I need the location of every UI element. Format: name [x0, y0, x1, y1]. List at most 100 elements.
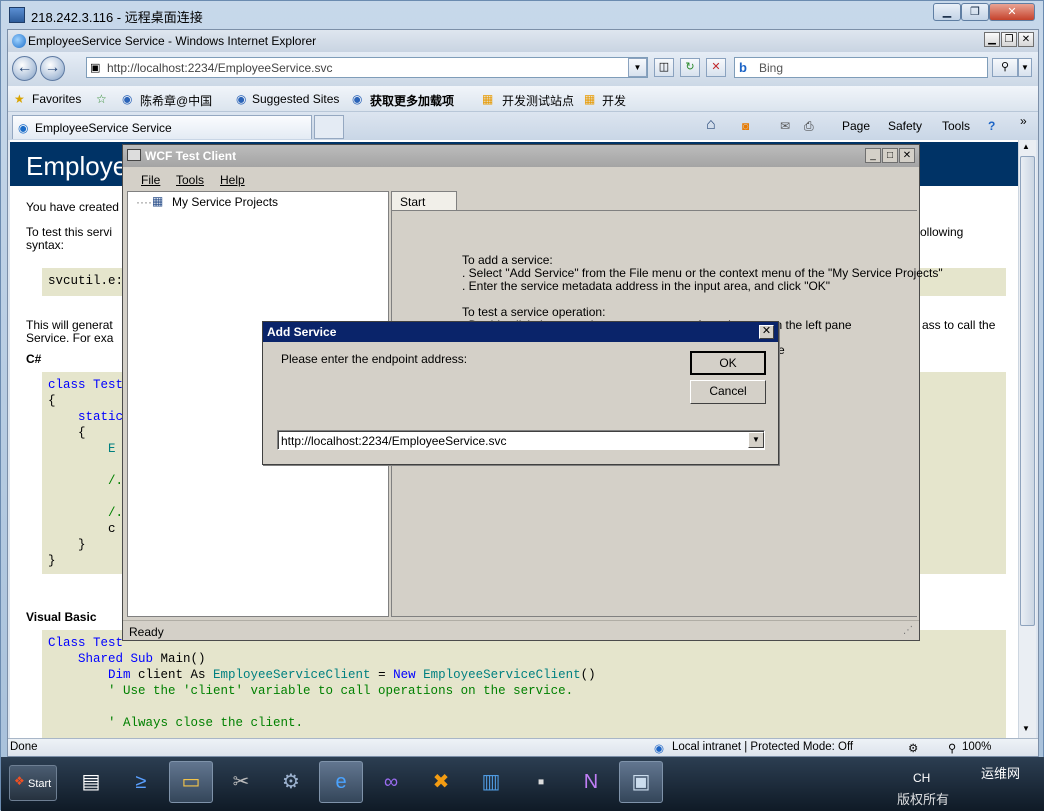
command-prompt-icon[interactable]: ▪	[519, 761, 563, 803]
page-menu[interactable]: Page	[842, 119, 870, 133]
tools-menu[interactable]: Tools	[942, 119, 970, 133]
code-line: }	[48, 538, 86, 552]
page-icon: ▣	[90, 62, 101, 74]
zone-text[interactable]: Local intranet | Protected Mode: Off	[672, 741, 853, 753]
status-text: Done	[10, 741, 38, 753]
wcf-titlebar[interactable]: WCF Test Client _ □ ✕	[123, 145, 919, 167]
search-options-icon[interactable]: ▼	[1018, 58, 1032, 77]
code-line: /.	[48, 474, 124, 488]
forward-icon[interactable]: →	[40, 56, 65, 81]
dialog-titlebar[interactable]: Add Service ✕	[263, 322, 778, 342]
home-icon[interactable]: ⌂	[706, 116, 716, 134]
tools-icon[interactable]: ✂	[219, 761, 263, 803]
mail-icon[interactable]: ✉	[780, 119, 790, 133]
menu-file[interactable]: File	[141, 173, 160, 187]
favorite-link-4[interactable]: 开发测试站点	[502, 92, 574, 109]
favorite-link-2[interactable]: Suggested Sites	[252, 92, 339, 106]
ie-close-button[interactable]: ✕	[1018, 32, 1034, 47]
ie-status-bar: Done ◉ Local intranet | Protected Mode: …	[8, 738, 1038, 756]
cancel-button[interactable]: Cancel	[690, 380, 766, 404]
settings-icon[interactable]: ⚙	[269, 761, 313, 803]
add-service-dialog: Add Service ✕ Please enter the endpoint …	[262, 321, 779, 465]
page-scrollbar[interactable]: ▲ ▼	[1018, 140, 1036, 738]
remote-desktop-window: 218.242.3.116 - 远程桌面连接 ▁ ❐ ✕ EmployeeSer…	[0, 0, 1044, 811]
windows-logo-icon: ❖	[14, 774, 25, 788]
resize-grip-icon[interactable]: ⋰	[903, 625, 913, 636]
code-line: {	[48, 394, 56, 408]
code-line: c	[48, 522, 116, 536]
tree-item-my-service-projects[interactable]: My Service Projects	[172, 195, 278, 209]
server-manager-icon[interactable]: ▤	[69, 761, 113, 803]
tab-start-page[interactable]: Start Page	[391, 191, 457, 223]
rdp-minimize-button[interactable]: ▁	[933, 3, 961, 21]
add-favorite-icon[interactable]: ☆	[96, 92, 107, 106]
instruction-line: To add a service:	[462, 253, 553, 267]
ie-titlebar[interactable]: EmployeeService Service - Windows Intern…	[8, 30, 1038, 52]
example-text: Service. For exa	[26, 331, 114, 345]
scroll-up-icon[interactable]: ▲	[1022, 142, 1030, 151]
menu-help[interactable]: Help	[220, 173, 245, 187]
chevron-down-icon[interactable]: ▼	[748, 432, 764, 448]
generate-text-end: ass to call the	[922, 318, 996, 332]
favorites-star-icon: ★	[14, 92, 25, 106]
favorites-button[interactable]: Favorites	[32, 92, 81, 106]
chevron-more-icon[interactable]: »	[1020, 114, 1027, 128]
dialog-close-button[interactable]: ✕	[759, 325, 774, 339]
internet-explorer-icon[interactable]: e	[319, 761, 363, 803]
start-button[interactable]: ❖ Start	[9, 765, 57, 801]
code-line: /.	[48, 506, 124, 520]
print-icon[interactable]: ⎙	[804, 119, 814, 134]
onenote-icon[interactable]: N	[569, 761, 613, 803]
remote-desktop-titlebar[interactable]: 218.242.3.116 - 远程桌面连接 ▁ ❐ ✕	[1, 1, 1044, 29]
wcf-maximize-button[interactable]: □	[882, 148, 898, 163]
ie-maximize-button[interactable]: ❐	[1001, 32, 1017, 47]
favorite-ie-icon: ◉	[122, 92, 133, 106]
back-icon[interactable]: ←	[12, 56, 37, 81]
explorer-icon[interactable]: ▭	[169, 761, 213, 803]
compatibility-icon[interactable]: ◫	[654, 58, 674, 77]
projects-icon: ▦	[152, 194, 164, 208]
network-icon[interactable]: ▥	[469, 761, 513, 803]
addons-icon: ◉	[352, 92, 363, 106]
command-bar: ⌂ ◙ ✉ ⎙ Page Safety Tools ? »	[8, 112, 1038, 140]
scrollbar-thumb[interactable]	[1020, 156, 1035, 626]
protected-mode-icon[interactable]: ⚙	[908, 741, 918, 755]
help-icon[interactable]: ?	[988, 119, 995, 133]
scroll-down-icon[interactable]: ▼	[1022, 724, 1030, 733]
wcf-client-taskbar-icon[interactable]: ▣	[619, 761, 663, 803]
intro-text: You have created	[26, 200, 119, 214]
tab-strip: ◉ EmployeeService Service ⌂ ◙ ✉ ⎙ Page S…	[8, 112, 1038, 140]
wcf-status-text: Ready	[129, 625, 164, 639]
wcf-minimize-button[interactable]: _	[865, 148, 881, 163]
vb-code-block: Class Test Shared Sub Main() Dim client …	[42, 630, 1006, 738]
wcf-close-button[interactable]: ✕	[899, 148, 915, 163]
safety-menu[interactable]: Safety	[888, 119, 922, 133]
rss-icon[interactable]: ◙	[742, 119, 749, 133]
bing-icon: b	[739, 60, 747, 75]
instruction-line: . Enter the service metadata address in …	[462, 279, 831, 293]
powershell-icon[interactable]: ≥	[119, 761, 163, 803]
refresh-icon[interactable]: ↻	[680, 58, 700, 77]
rdp-close-button[interactable]: ✕	[989, 3, 1035, 21]
toolbox-icon[interactable]: ✖	[419, 761, 463, 803]
menu-tools[interactable]: Tools	[176, 173, 204, 187]
address-dropdown-icon[interactable]: ▼	[628, 58, 647, 77]
search-icon[interactable]: ⚲	[992, 58, 1018, 77]
favorite-link-3[interactable]: 获取更多加载项	[370, 92, 454, 109]
favorite-link-1[interactable]: 陈希章@中国	[140, 92, 212, 109]
favorite-link-5[interactable]: 开发	[602, 92, 626, 109]
address-bar[interactable]: ▣ http://localhost:2234/EmployeeService.…	[86, 57, 648, 78]
svcutil-code: svcutil.e:	[48, 274, 124, 288]
stop-icon[interactable]: ✕	[706, 58, 726, 77]
zoom-icon: ⚲	[948, 743, 957, 755]
ie-minimize-button[interactable]: ▁	[984, 32, 1000, 47]
endpoint-address-input[interactable]: http://localhost:2234/EmployeeService.sv…	[277, 430, 765, 450]
search-input[interactable]: b Bing	[734, 57, 988, 78]
language-indicator[interactable]: CH	[913, 771, 930, 785]
watermark-text: 版权所有	[897, 792, 950, 807]
visual-studio-icon[interactable]: ∞	[369, 761, 413, 803]
rdp-restore-button[interactable]: ❐	[961, 3, 989, 21]
ok-button[interactable]: OK	[690, 351, 766, 375]
code-line: ' Use the 'client' variable to call oper…	[48, 684, 574, 698]
zoom-level[interactable]: 100%	[962, 741, 991, 753]
